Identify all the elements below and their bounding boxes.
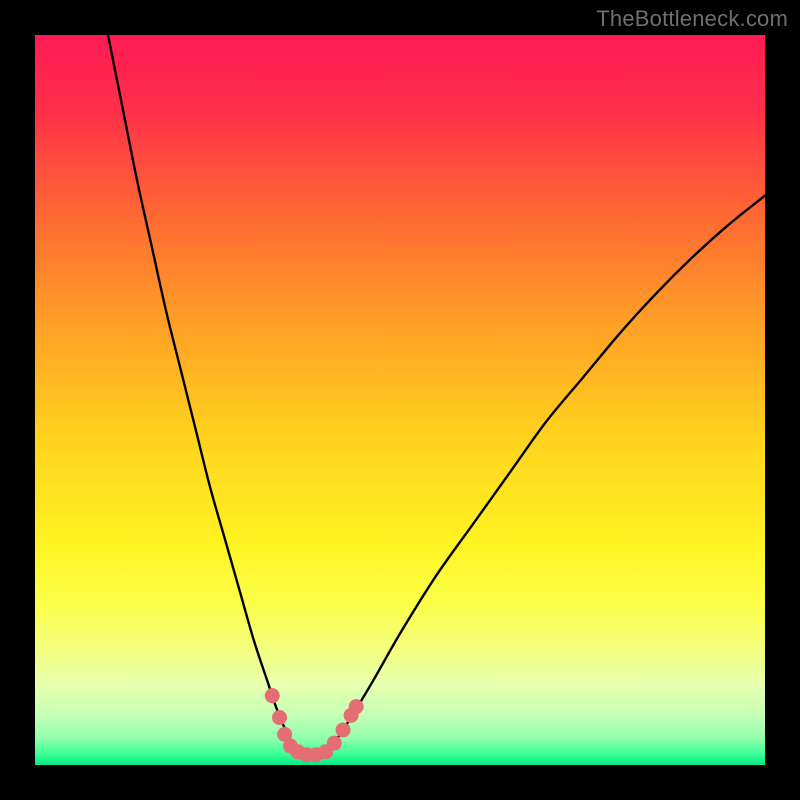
bottleneck-curve	[108, 35, 765, 758]
highlight-dot	[349, 699, 364, 714]
curve-layer	[35, 35, 765, 765]
plot-area	[35, 35, 765, 765]
highlight-dot	[336, 722, 351, 737]
highlight-dot	[272, 710, 287, 725]
highlight-dot	[327, 736, 342, 751]
watermark-text: TheBottleneck.com	[596, 6, 788, 32]
good-zone-marker	[265, 688, 364, 762]
highlight-dot	[265, 688, 280, 703]
chart-frame: TheBottleneck.com	[0, 0, 800, 800]
